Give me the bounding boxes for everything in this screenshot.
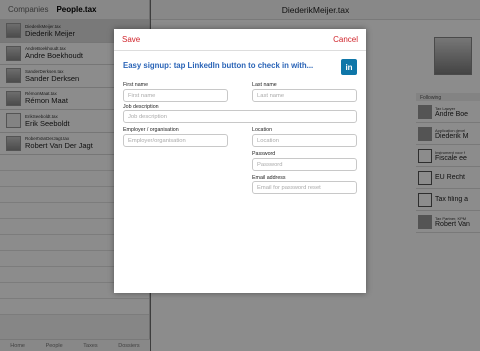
first-name-label: First name: [123, 82, 149, 88]
last-name-field[interactable]: Last name: [252, 89, 357, 102]
avatar: [6, 113, 21, 129]
avatar: [6, 90, 21, 106]
save-button[interactable]: Save: [122, 35, 140, 44]
location-field[interactable]: Location: [252, 134, 357, 147]
linkedin-button[interactable]: in: [341, 59, 357, 75]
item-name: Rémon Maat: [25, 96, 68, 106]
document-icon: [418, 192, 432, 207]
item-name: Erik Seeboldt: [25, 118, 70, 128]
first-name-field[interactable]: First name: [123, 89, 228, 102]
document-icon: [418, 148, 432, 163]
avatar: [418, 214, 432, 229]
avatar: [418, 126, 432, 141]
signup-hint: Easy signup: tap LinkedIn button to chec…: [123, 61, 314, 70]
following-item[interactable]: Tax Partner, KPM Robert Van: [416, 211, 480, 233]
item-name: Sander Derksen: [25, 73, 80, 83]
following-list: Following Tax Lawyer Andre Boe Applicatio…: [416, 93, 480, 233]
signup-modal: Save Cancel Easy signup: tap LinkedIn bu…: [114, 29, 366, 293]
document-icon: [418, 170, 432, 185]
cancel-button[interactable]: Cancel: [333, 35, 358, 44]
password-label: Password: [252, 151, 276, 157]
location-label: Location: [252, 127, 273, 133]
item-name: Andre Boekhoudt: [25, 51, 83, 61]
employer-field[interactable]: Employer/organisation: [123, 134, 228, 147]
employer-label: Employer / organisation: [123, 127, 179, 133]
following-item[interactable]: Instrument voor f Fiscale ee: [416, 145, 480, 167]
last-name-label: Last name: [252, 82, 277, 88]
profile-photo: [434, 37, 472, 75]
following-title: Following: [416, 93, 480, 101]
avatar: [418, 104, 432, 119]
job-description-field[interactable]: Job description: [123, 110, 357, 123]
avatar: [6, 23, 21, 39]
tab-companies[interactable]: Companies: [8, 5, 48, 14]
password-field[interactable]: Password: [252, 158, 357, 171]
detail-title: DiederikMeijer.tax: [151, 0, 480, 20]
linkedin-icon: in: [345, 62, 353, 72]
tab-people-bottom[interactable]: People: [46, 343, 63, 349]
item-name: Robert Van Der Jagt: [25, 141, 93, 151]
tab-home[interactable]: Home: [10, 343, 25, 349]
tab-taxes[interactable]: Taxes: [83, 343, 97, 349]
tab-people[interactable]: People.tax: [56, 5, 96, 14]
bottom-tab-bar: Home People Taxes Dossiers: [0, 339, 150, 351]
avatar: [6, 135, 21, 151]
following-item[interactable]: EU Recht: [416, 167, 480, 189]
following-item[interactable]: Tax Lawyer Andre Boe: [416, 101, 480, 123]
tab-dossiers[interactable]: Dossiers: [118, 343, 139, 349]
empty-row: [0, 299, 149, 315]
modal-toolbar: Save Cancel: [114, 29, 366, 51]
avatar: [6, 45, 21, 61]
list-header: Companies People.tax: [0, 0, 149, 20]
avatar: [6, 68, 21, 84]
following-item[interactable]: Tax filing a: [416, 189, 480, 211]
email-field[interactable]: Email for password reset: [252, 181, 357, 194]
following-item[interactable]: Application devel Diederik M: [416, 123, 480, 145]
item-name: Diederik Meijer: [25, 28, 76, 38]
